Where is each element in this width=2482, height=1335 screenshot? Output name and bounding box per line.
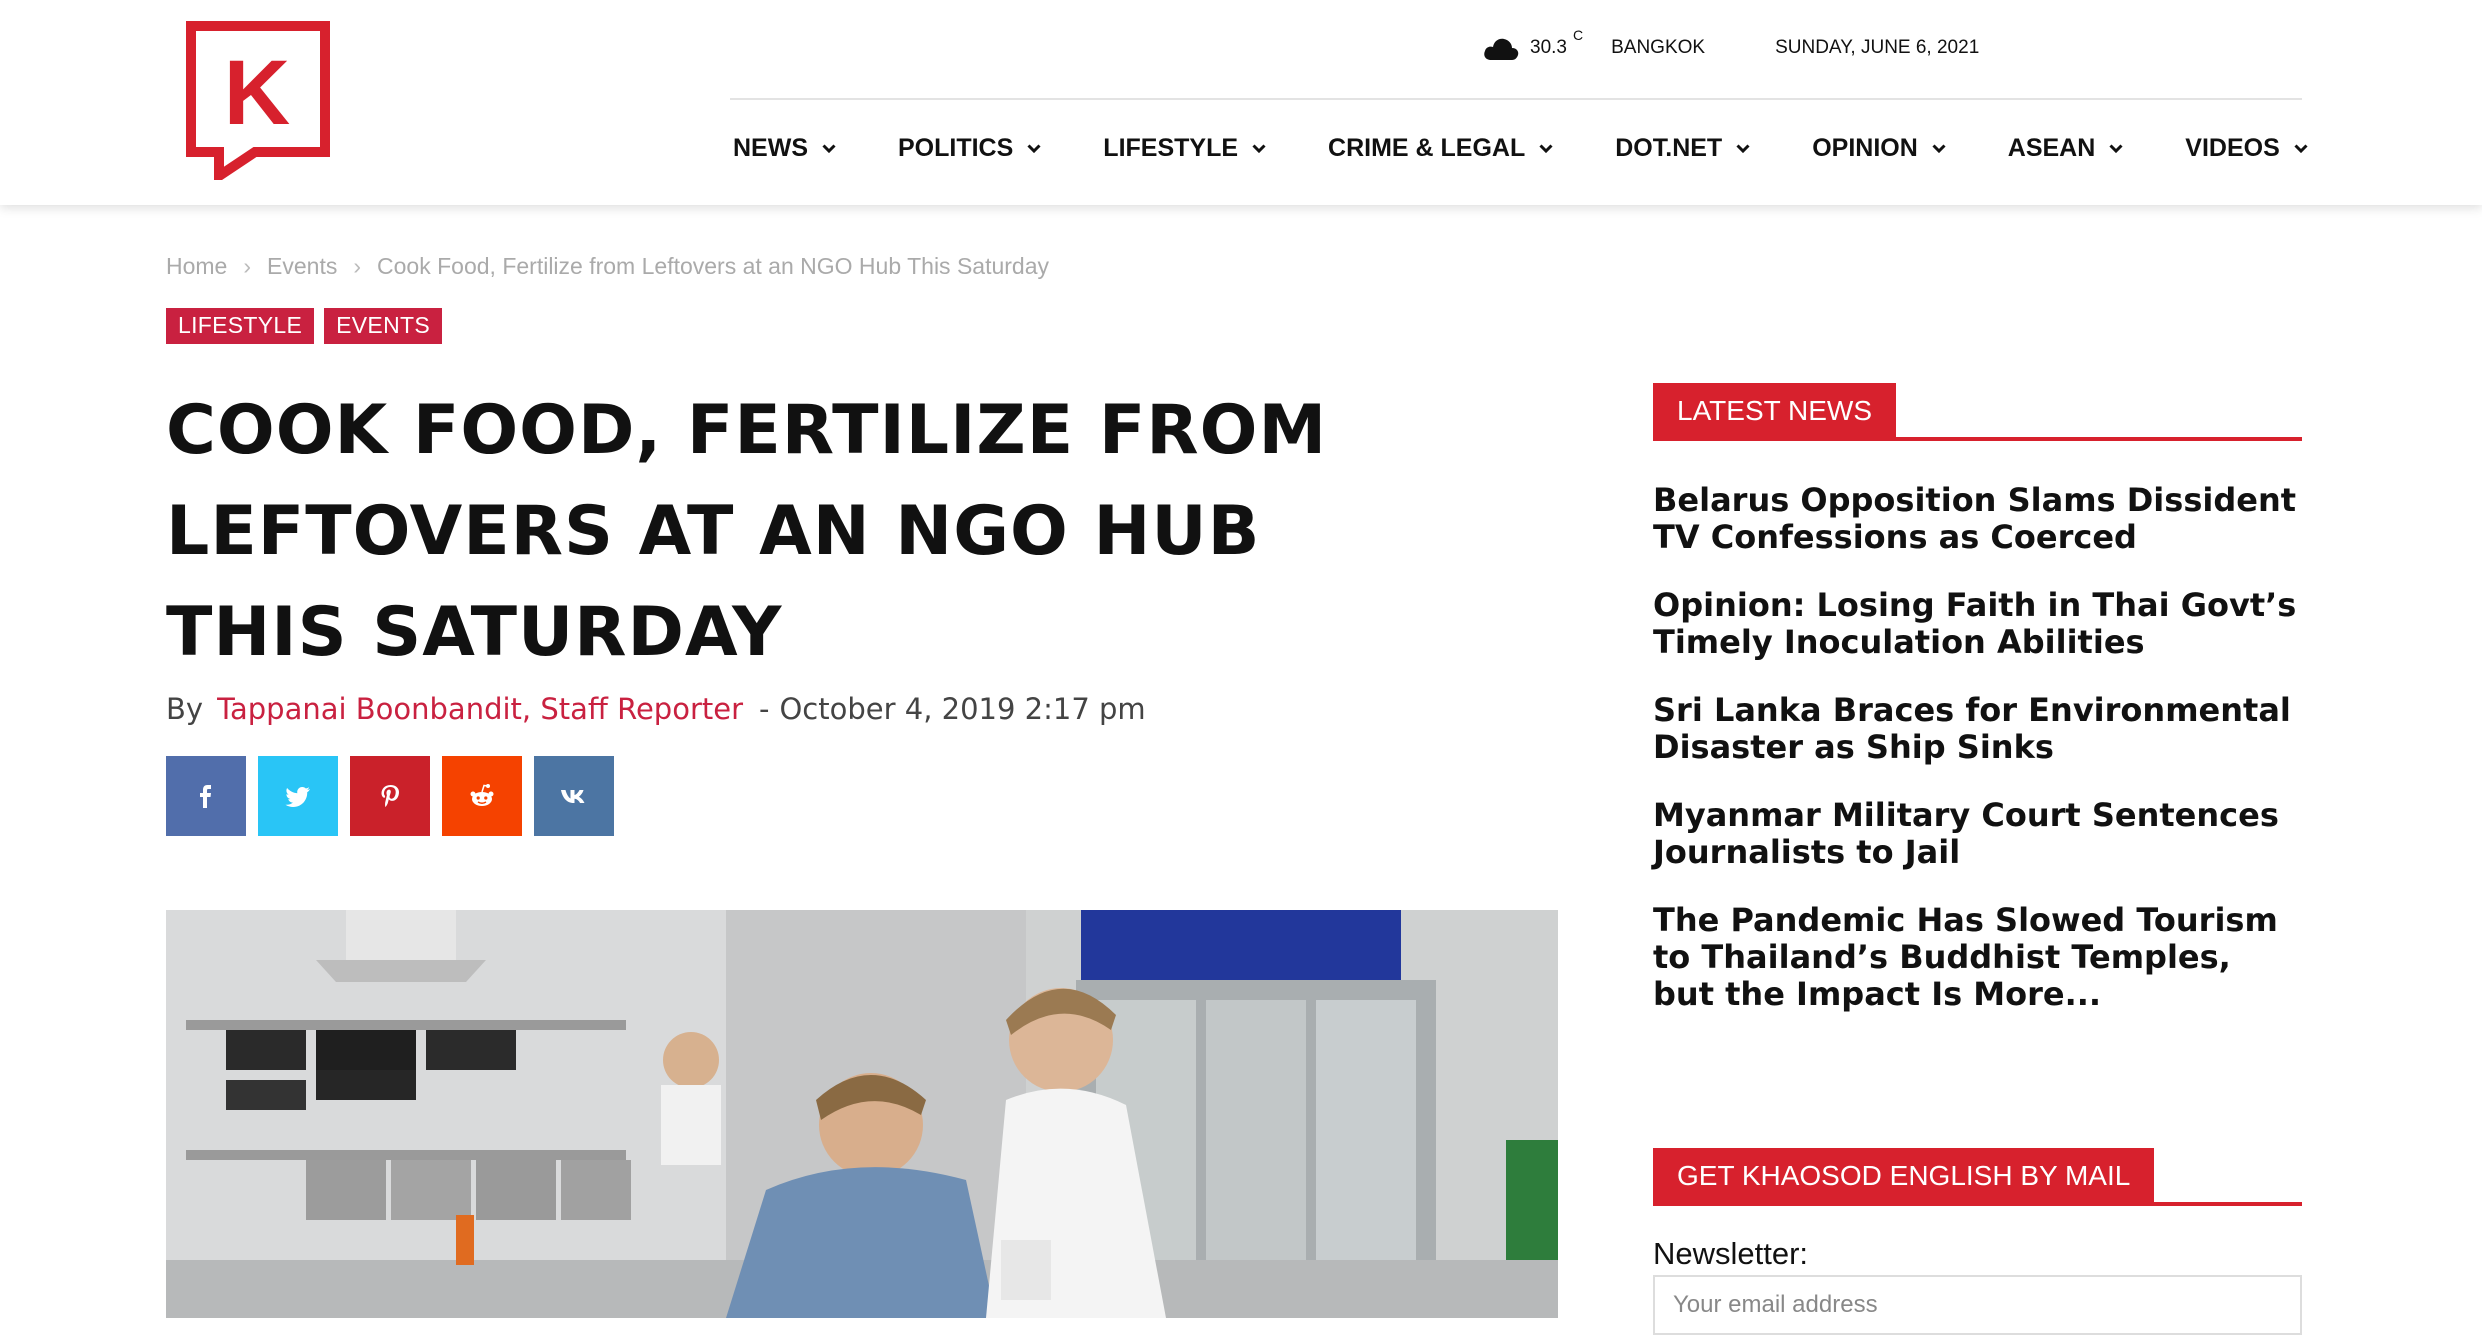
nav-item-news[interactable]: NEWS xyxy=(733,134,836,163)
khaosod-logo[interactable]: K xyxy=(185,20,331,180)
breadcrumb-events[interactable]: Events xyxy=(267,253,337,280)
share-buttons xyxy=(166,756,626,836)
nav-divider xyxy=(730,98,2302,100)
latest-news-item[interactable]: The Pandemic Has Slowed Tourism to Thail… xyxy=(1653,902,2302,1013)
breadcrumb-current: Cook Food, Fertilize from Leftovers at a… xyxy=(377,253,1049,279)
nav-item-crime-legal[interactable]: CRIME & LEGAL xyxy=(1328,134,1553,163)
nav-item-lifestyle[interactable]: LIFESTYLE xyxy=(1103,134,1266,163)
temperature: 30.3 C xyxy=(1530,27,1584,58)
site-header: K 30.3 C BANGKOK SUNDAY, JUNE 6, 2021 NEW… xyxy=(0,0,2482,205)
chevron-down-icon xyxy=(2294,144,2308,153)
publish-date: October 4, 2019 2:17 pm xyxy=(779,692,1146,726)
share-vk-button[interactable] xyxy=(534,756,614,836)
share-reddit-button[interactable] xyxy=(442,756,522,836)
main-nav: NEWS POLITICS LIFESTYLE CRIME & LEGAL DO… xyxy=(733,134,2308,163)
latest-news-item[interactable]: Myanmar Military Court Sentences Journal… xyxy=(1653,797,2302,871)
current-date: SUNDAY, JUNE 6, 2021 xyxy=(1775,37,1980,58)
author-link[interactable]: Tappanai Boonbandit, Staff Reporter xyxy=(217,692,743,726)
svg-text:K: K xyxy=(224,42,290,144)
nav-item-videos[interactable]: VIDEOS xyxy=(2185,134,2308,163)
vk-icon xyxy=(561,790,585,803)
latest-news-item[interactable]: Sri Lanka Braces for Environmental Disas… xyxy=(1653,692,2302,766)
share-twitter-button[interactable] xyxy=(258,756,338,836)
chevron-down-icon xyxy=(2109,144,2123,153)
cloud-icon xyxy=(1484,38,1519,60)
share-facebook-button[interactable] xyxy=(166,756,246,836)
newsletter-label: Newsletter: xyxy=(1653,1236,1809,1271)
chevron-down-icon xyxy=(1252,144,1266,153)
article-photo xyxy=(166,910,1558,1318)
nav-item-asean[interactable]: ASEAN xyxy=(2008,134,2124,163)
byline-prefix: By xyxy=(166,692,204,726)
article-byline: By Tappanai Boonbandit, Staff Reporter -… xyxy=(166,692,1146,726)
nav-item-dotnet[interactable]: DOT.NET xyxy=(1615,134,1750,163)
nav-item-opinion[interactable]: OPINION xyxy=(1812,134,1946,163)
category-tag-lifestyle[interactable]: LIFESTYLE xyxy=(166,308,315,344)
chevron-down-icon xyxy=(1932,144,1946,153)
chevron-down-icon xyxy=(1539,144,1553,153)
chevron-down-icon xyxy=(1027,144,1041,153)
nav-item-politics[interactable]: POLITICS xyxy=(898,134,1041,163)
facebook-icon xyxy=(200,785,211,808)
newsletter-title: GET KHAOSOD ENGLISH BY MAIL xyxy=(1653,1148,2155,1202)
breadcrumb: Home › Events › Cook Food, Fertilize fro… xyxy=(166,253,1049,280)
latest-news-item[interactable]: Opinion: Losing Faith in Thai Govt’s Tim… xyxy=(1653,587,2302,661)
breadcrumb-separator: › xyxy=(243,253,252,279)
category-tags: LIFESTYLE EVENTS xyxy=(166,308,452,344)
twitter-icon xyxy=(285,787,310,807)
latest-news-list: Belarus Opposition Slams Dissident TV Co… xyxy=(1653,482,2302,1044)
breadcrumb-home[interactable]: Home xyxy=(166,253,227,280)
temperature-unit: C xyxy=(1572,27,1584,43)
article-title: COOK FOOD, FERTILIZE FROM LEFTOVERS AT A… xyxy=(166,391,1328,672)
latest-news-header: LATEST NEWS xyxy=(1653,383,2302,441)
category-tag-events[interactable]: EVENTS xyxy=(324,308,442,344)
weather-city: BANGKOK xyxy=(1611,37,1706,58)
chevron-down-icon xyxy=(822,144,836,153)
latest-news-item[interactable]: Belarus Opposition Slams Dissident TV Co… xyxy=(1653,482,2302,556)
pinterest-icon xyxy=(381,785,399,807)
reddit-icon xyxy=(470,784,494,806)
share-pinterest-button[interactable] xyxy=(350,756,430,836)
chevron-down-icon xyxy=(1736,144,1750,153)
email-field[interactable] xyxy=(1653,1275,2302,1335)
latest-news-title: LATEST NEWS xyxy=(1653,383,1897,437)
top-info-bar: 30.3 C BANGKOK SUNDAY, JUNE 6, 2021 xyxy=(1482,27,1980,68)
newsletter-header: GET KHAOSOD ENGLISH BY MAIL xyxy=(1653,1148,2302,1206)
byline-dash: - xyxy=(759,692,770,726)
breadcrumb-separator: › xyxy=(353,253,362,279)
